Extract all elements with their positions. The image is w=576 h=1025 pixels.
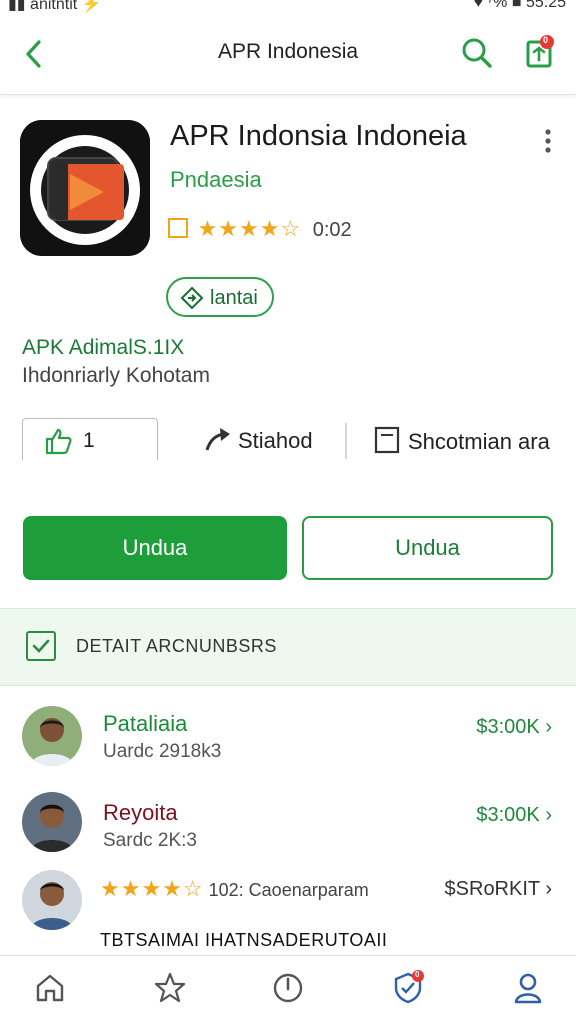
status-right: ♥ ⁷% ■ 55:25 [473, 0, 566, 11]
primary-download-button[interactable]: Undua [23, 516, 287, 580]
list-item-sub: Sardc 2K:3 [103, 830, 197, 851]
app-meta-line1: APK AdimalS.1IX [22, 336, 185, 359]
details-label: DETAIT ARCNUNBSRS [76, 636, 277, 656]
checkbox-icon[interactable] [26, 631, 56, 661]
more-options-icon[interactable] [536, 126, 560, 160]
list-item-name[interactable]: Pataliaia [103, 711, 187, 737]
save-button[interactable]: Shcotmian ara [374, 426, 550, 460]
price-value: $SRoRKIT [444, 878, 540, 900]
secondary-download-button[interactable]: Undua [302, 516, 553, 580]
share-button[interactable]: Stiahod [204, 426, 313, 458]
rating-label: 0:02 [312, 219, 352, 241]
app-meta-line2: Ihdonriarly Kohotam [22, 364, 210, 387]
status-left: ▮▮ anitntit ⚡ [8, 0, 102, 13]
developer-link[interactable]: Pndaesia [170, 167, 262, 193]
like-button[interactable]: 1 [22, 418, 158, 460]
home-icon[interactable] [32, 970, 68, 1006]
avatar [22, 706, 82, 766]
list-item-price[interactable]: $3:00K › [476, 804, 552, 827]
rating-stars: ★★★★☆ [197, 216, 302, 241]
shield-icon[interactable]: 0 [390, 970, 426, 1006]
nav-badge-count: 0 [415, 970, 420, 979]
review-row: ★★★★☆ 102: Caoenarparam [100, 876, 369, 902]
list-item-price[interactable]: $3:00K › [476, 716, 552, 739]
profile-icon[interactable] [510, 970, 546, 1006]
clock-icon[interactable] [270, 970, 306, 1006]
diamond-arrow-icon [180, 286, 204, 316]
rating-badge-icon [168, 218, 188, 238]
install-pill-label: lantai [210, 287, 258, 309]
app-icon [20, 120, 150, 256]
install-pill-button[interactable]: lantai [166, 277, 274, 317]
share-arrow-icon [204, 426, 232, 458]
bookmark-icon [374, 426, 400, 460]
star-icon[interactable] [152, 970, 188, 1006]
share-label: Stiahod [238, 428, 313, 453]
section-heading: TBTSAIMAI IHATNSADERUTOAII [100, 930, 388, 950]
app-rating: ★★★★☆ 0:02 [168, 216, 352, 242]
list-item-sub: Uardc 2918k3 [103, 741, 222, 762]
review-text: 102: Caoenarparam [208, 880, 369, 900]
chevron-right-icon: › [545, 804, 552, 826]
chevron-right-icon: › [545, 716, 552, 738]
avatar [22, 792, 82, 852]
thumbs-up-icon [43, 427, 73, 460]
list-item-name[interactable]: Reyoita [103, 800, 178, 826]
status-bar: ▮▮ anitntit ⚡ ♥ ⁷% ■ 55:25 [0, 0, 576, 14]
action-divider [345, 423, 347, 459]
header-badge-count: 0 [543, 35, 549, 45]
bottom-nav: 0 [0, 955, 576, 1025]
like-count: 1 [83, 429, 95, 452]
app-title: APR Indonsia Indoneia [170, 120, 467, 152]
search-icon[interactable] [460, 36, 494, 70]
avatar [22, 870, 82, 930]
app-header: APR Indonesia 0 [0, 14, 576, 95]
details-section[interactable]: DETAIT ARCNUNBSRS [0, 608, 576, 686]
list-item-price[interactable]: $SRoRKIT › [445, 878, 552, 901]
price-value: $3:00K [476, 804, 540, 826]
review-stars: ★★★★☆ [100, 876, 204, 901]
cart-notification-icon[interactable]: 0 [524, 34, 556, 70]
save-label: Shcotmian ara [408, 429, 550, 454]
price-value: $3:00K [476, 716, 540, 738]
chevron-right-icon: › [545, 878, 552, 900]
